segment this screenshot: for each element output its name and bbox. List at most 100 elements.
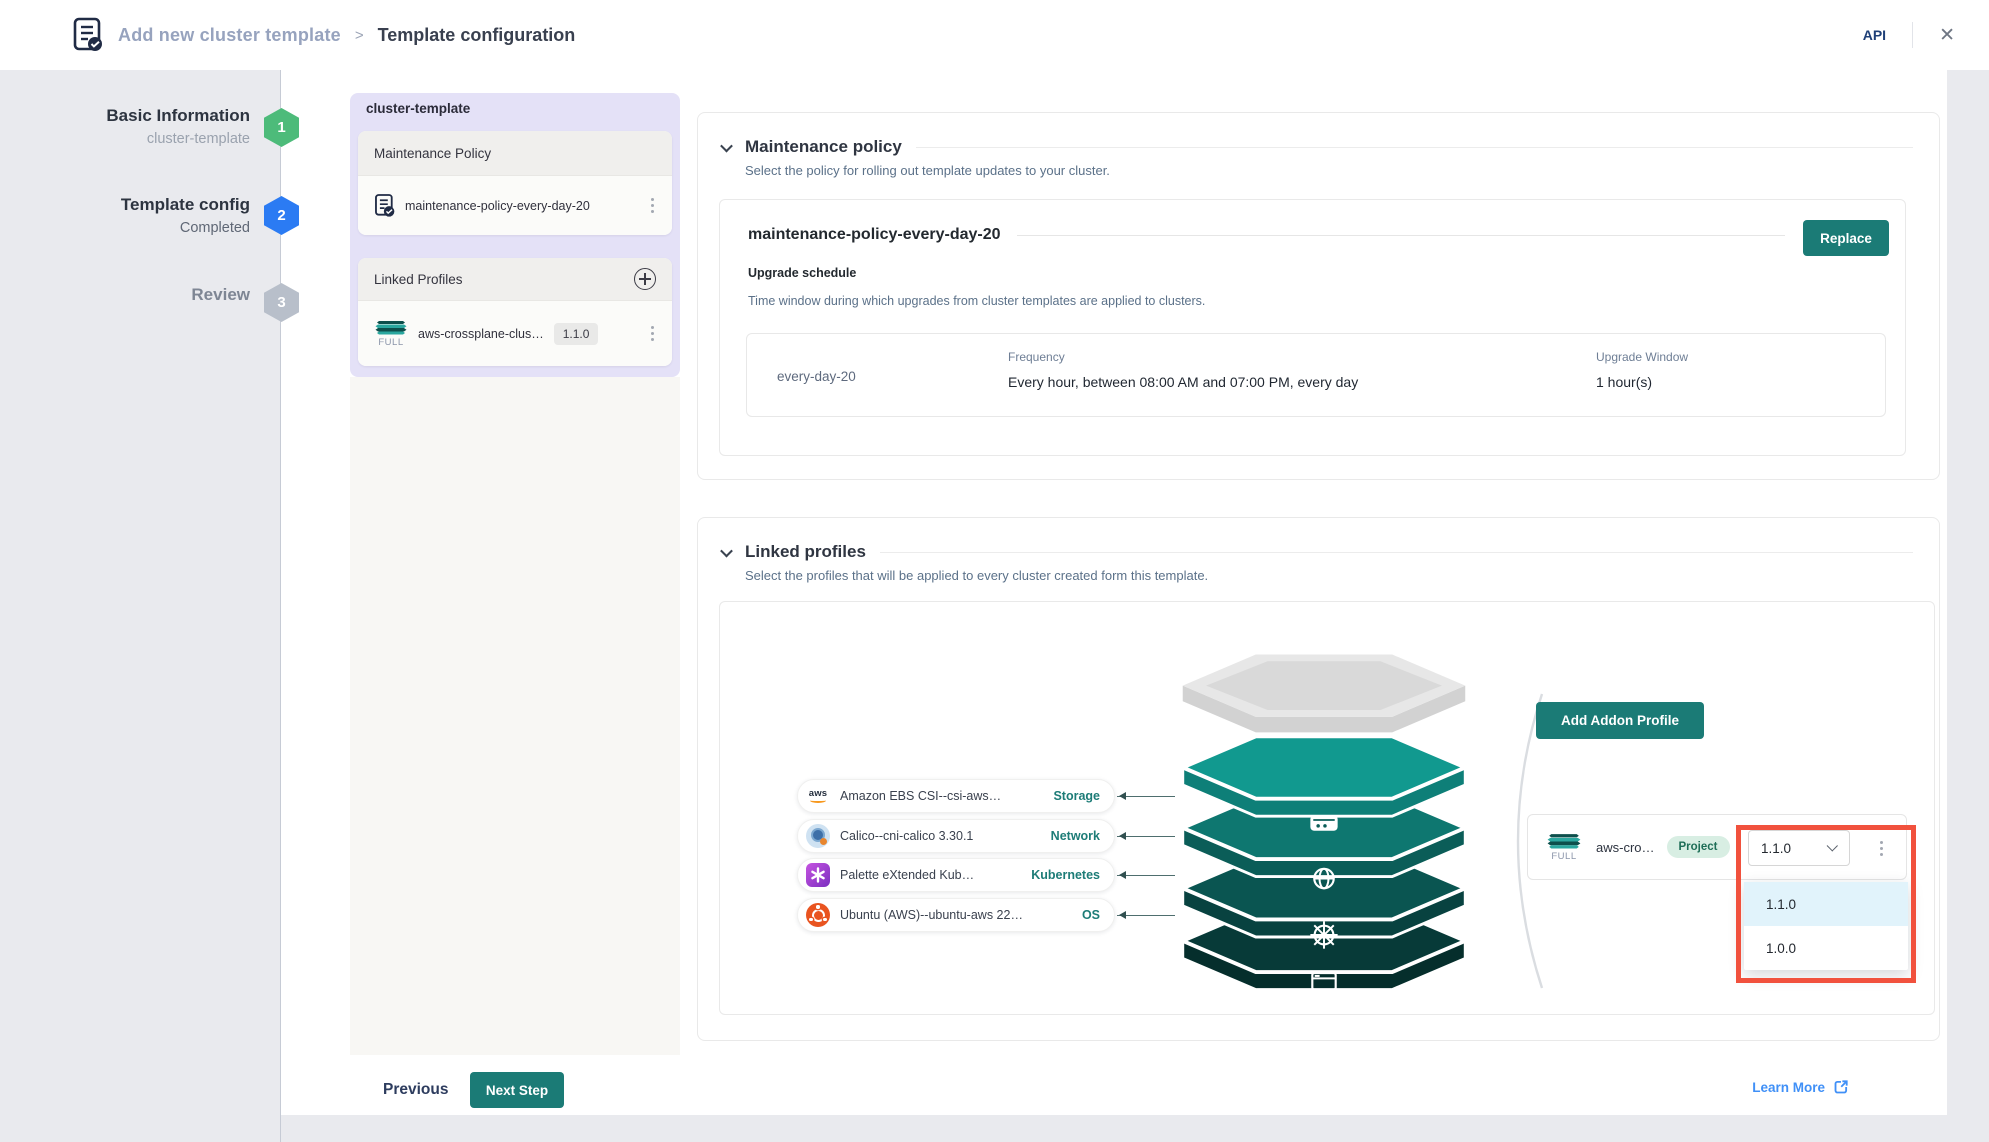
upgrade-window-value: 1 hour(s) — [1596, 374, 1688, 390]
replace-button[interactable]: Replace — [1803, 220, 1889, 256]
section-rule — [880, 552, 1913, 553]
aws-icon: aws — [806, 784, 830, 808]
template-tree-panel: cluster-template Maintenance Policy main… — [350, 93, 680, 377]
step-number: 1 — [277, 119, 285, 136]
tree-maintenance-header: Maintenance Policy — [358, 131, 672, 175]
layer-name: Ubuntu (AWS)--ubuntu-aws 22… — [840, 908, 1023, 922]
maintenance-section-title: Maintenance policy — [745, 137, 902, 157]
connector-line-os — [1117, 915, 1175, 916]
layer-name: Palette eXtended Kub… — [840, 868, 974, 882]
chevron-down-icon[interactable] — [720, 544, 733, 557]
tree-panel-extension — [350, 377, 680, 1055]
step-title: Review — [0, 283, 250, 307]
step-template-config[interactable]: Template config Completed — [0, 193, 250, 240]
tree-maintenance-item[interactable]: maintenance-policy-every-day-20 — [358, 175, 672, 235]
calico-icon — [806, 824, 830, 848]
add-addon-profile-button[interactable]: Add Addon Profile — [1536, 702, 1704, 739]
maintenance-section-subtitle: Select the policy for rolling out templa… — [698, 157, 1939, 178]
step-title: Basic Information — [0, 104, 250, 128]
wizard-header: Add new cluster template > Template conf… — [0, 0, 1989, 70]
version-select[interactable]: 1.1.0 — [1748, 830, 1850, 866]
layer-pill-storage[interactable]: aws Amazon EBS CSI--csi-aws… Storage — [797, 779, 1115, 813]
profile-scope: FULL — [1546, 832, 1582, 862]
cluster-profile-stack — [1173, 654, 1475, 992]
template-document-icon — [72, 17, 104, 53]
empty-addon-slab — [1183, 654, 1466, 732]
kebab-menu-icon[interactable] — [647, 194, 658, 217]
palette-pxk-icon — [806, 863, 830, 887]
profile-scope: FULL — [374, 319, 408, 348]
addon-profile-name: aws-cro… — [1596, 840, 1655, 855]
upgrade-window-column: Upgrade Window 1 hour(s) — [1596, 350, 1688, 390]
tree-profiles-header: Linked Profiles — [358, 258, 672, 300]
breadcrumb-separator: > — [355, 27, 364, 44]
policy-document-icon — [374, 193, 395, 218]
add-profile-icon[interactable] — [634, 268, 656, 290]
upgrade-schedule-heading: Upgrade schedule — [748, 266, 856, 280]
frequency-value: Every hour, between 08:00 AM and 07:00 P… — [1008, 374, 1358, 390]
frequency-column: Frequency Every hour, between 08:00 AM a… — [1008, 350, 1358, 390]
tree-profiles-card: Linked Profiles FULL aws-crossplane-clus… — [358, 258, 672, 366]
step-number: 2 — [277, 207, 285, 224]
previous-button[interactable]: Previous — [383, 1072, 448, 1108]
kubernetes-helm-glyph — [1310, 921, 1337, 948]
tree-root-label: cluster-template — [366, 101, 470, 116]
upgrade-window-label: Upgrade Window — [1596, 350, 1688, 364]
linked-profiles-section: Linked profiles Select the profiles that… — [697, 517, 1940, 1041]
layer-category: Storage — [1053, 789, 1100, 803]
profile-scope-label: FULL — [1551, 851, 1576, 862]
profile-item-name: aws-crossplane-clus… — [418, 327, 544, 341]
schedule-box: every-day-20 Frequency Every hour, betwe… — [746, 333, 1886, 417]
chevron-down-icon — [1827, 840, 1838, 851]
connector-line-network — [1117, 836, 1175, 837]
layer-pill-os[interactable]: Ubuntu (AWS)--ubuntu-aws 22… OS — [797, 898, 1115, 932]
stacked-layers-icon — [1546, 832, 1582, 849]
storage-glyph — [1310, 815, 1337, 831]
profile-scope-label: FULL — [378, 337, 403, 348]
learn-more-label: Learn More — [1752, 1080, 1825, 1095]
learn-more-link[interactable]: Learn More — [1752, 1079, 1849, 1095]
close-icon[interactable]: ✕ — [1939, 26, 1955, 45]
section-rule — [916, 147, 1913, 148]
tree-profiles-header-label: Linked Profiles — [374, 272, 463, 287]
page-background-bottom — [280, 1115, 1947, 1142]
layer-name: Calico--cni-calico 3.30.1 — [840, 829, 973, 843]
maintenance-policy-section: Maintenance policy Select the policy for… — [697, 112, 1940, 480]
project-badge: Project — [1667, 836, 1730, 858]
kebab-menu-icon[interactable] — [647, 322, 658, 345]
page-background-right — [1947, 70, 1989, 1142]
layer-category: Kubernetes — [1031, 868, 1100, 882]
policy-title-rule — [1017, 235, 1785, 236]
version-select-value: 1.1.0 — [1761, 841, 1791, 856]
step-subtitle: cluster-template — [0, 128, 250, 151]
next-step-button[interactable]: Next Step — [470, 1072, 564, 1108]
tree-maintenance-card: Maintenance Policy maintenance-policy-ev… — [358, 131, 672, 235]
ubuntu-icon — [806, 903, 830, 927]
layer-pill-kubernetes[interactable]: Palette eXtended Kub… Kubernetes — [797, 858, 1115, 892]
step-number: 3 — [277, 294, 285, 311]
api-link[interactable]: API — [1863, 27, 1886, 43]
kebab-menu-icon[interactable] — [1876, 837, 1887, 860]
layer-pill-network[interactable]: Calico--cni-calico 3.30.1 Network — [797, 819, 1115, 853]
schedule-name: every-day-20 — [777, 334, 856, 418]
connector-line-kubernetes — [1117, 875, 1175, 876]
step-basic-information[interactable]: Basic Information cluster-template — [0, 104, 250, 151]
frequency-label: Frequency — [1008, 350, 1358, 364]
layer-name: Amazon EBS CSI--csi-aws… — [840, 789, 1001, 803]
version-option-110[interactable]: 1.1.0 — [1744, 882, 1908, 926]
external-link-icon — [1833, 1079, 1849, 1095]
profiles-diagram-card: aws Amazon EBS CSI--csi-aws… Storage Cal… — [719, 601, 1935, 1015]
page-title: Template configuration — [378, 25, 576, 46]
version-option-100[interactable]: 1.0.0 — [1744, 926, 1908, 970]
upgrade-schedule-description: Time window during which upgrades from c… — [748, 294, 1205, 308]
profile-version-badge: 1.1.0 — [554, 323, 599, 345]
version-dropdown-panel: 1.1.0 1.0.0 — [1744, 882, 1908, 970]
linked-section-title: Linked profiles — [745, 542, 866, 562]
step-title: Template config — [0, 193, 250, 217]
chevron-down-icon[interactable] — [720, 139, 733, 152]
breadcrumb-parent[interactable]: Add new cluster template — [118, 25, 341, 46]
step-review[interactable]: Review — [0, 283, 250, 307]
connector-line-storage — [1117, 796, 1175, 797]
tree-profile-item[interactable]: FULL aws-crossplane-clus… 1.1.0 — [358, 300, 672, 366]
stacked-layers-icon — [374, 319, 408, 335]
